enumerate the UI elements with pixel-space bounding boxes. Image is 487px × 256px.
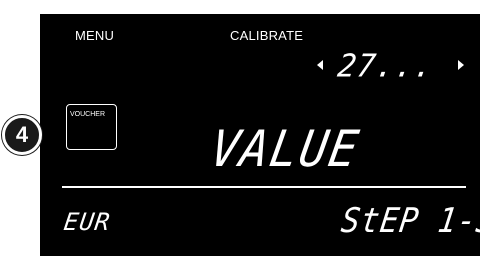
lcd-screen: MENU CALIBRATE 27... VOUCHER VALUE EUR S…: [40, 14, 487, 256]
arrow-right-icon: [458, 60, 464, 70]
step-display: StEP 1-3: [338, 201, 487, 241]
callout-number-badge: 4: [2, 115, 42, 155]
menu-label: MENU: [75, 28, 115, 43]
calibrate-mode-label: CALIBRATE: [230, 28, 304, 43]
currency-display: EUR: [62, 208, 113, 236]
code-display: 27...: [335, 48, 436, 85]
arrow-left-icon: [317, 60, 323, 70]
divider: [62, 186, 466, 188]
main-value-display: VALUE: [206, 120, 365, 178]
voucher-label: VOUCHER: [70, 111, 106, 118]
